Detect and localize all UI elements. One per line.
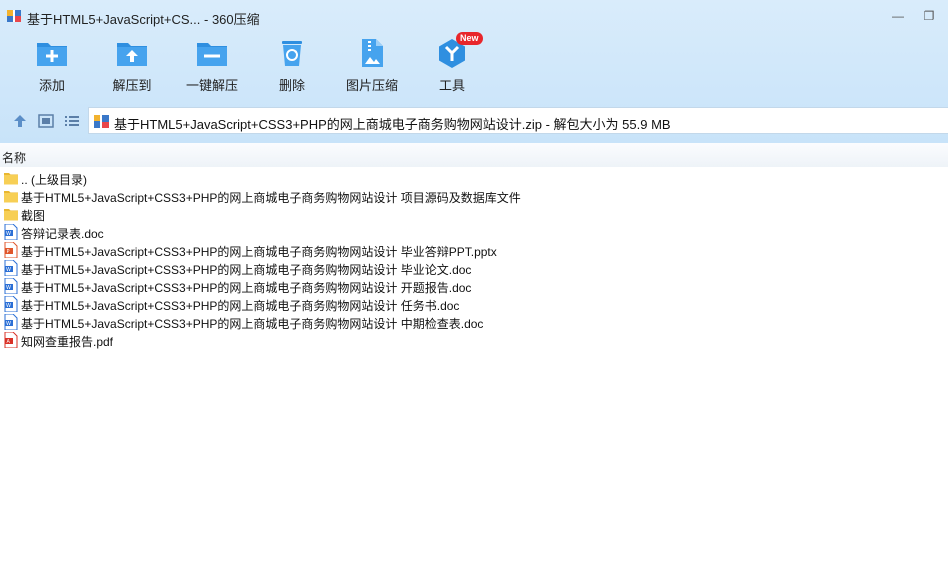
file-row[interactable]: W 基于HTML5+JavaScript+CSS3+PHP的网上商城电子商务购物网…: [0, 295, 948, 313]
image-compress-label: 图片压缩: [345, 78, 398, 93]
word-doc-icon: W: [4, 295, 18, 313]
file-row[interactable]: A 知网查重报告.pdf: [0, 331, 948, 349]
pdf-icon: A: [4, 331, 18, 349]
folder-icon: [4, 170, 18, 186]
delete-icon: [282, 41, 302, 66]
app-archive-icon: [7, 10, 21, 22]
thumbnail-view-icon[interactable]: [37, 112, 55, 130]
word-doc-icon: W: [4, 223, 18, 241]
image-compress-button[interactable]: 图片压缩: [337, 38, 407, 98]
maximize-button[interactable]: ❐: [918, 6, 940, 26]
file-row[interactable]: W 基于HTML5+JavaScript+CSS3+PHP的网上商城电子商务购物网…: [0, 277, 948, 295]
word-doc-icon: W: [4, 277, 18, 295]
file-row[interactable]: .. (上级目录): [0, 169, 948, 187]
top-panel: 基于HTML5+JavaScript+CS... - 360压缩 — ❐ 添加 …: [0, 0, 948, 143]
file-row[interactable]: 基于HTML5+JavaScript+CSS3+PHP的网上商城电子商务购物网站…: [0, 187, 948, 205]
extract-to-icon: [117, 43, 147, 66]
file-name: 知网查重报告.pdf: [21, 335, 114, 349]
tools-button[interactable]: New 工具: [417, 32, 487, 98]
svg-text:W: W: [6, 285, 11, 291]
svg-text:A: A: [7, 339, 11, 345]
file-name: 基于HTML5+JavaScript+CSS3+PHP的网上商城电子商务购物网站…: [21, 317, 484, 331]
file-list: .. (上级目录) 基于HTML5+JavaScript+CSS3+PHP的网上商…: [0, 169, 948, 349]
file-name: .. (上级目录): [21, 173, 87, 187]
svg-text:P: P: [7, 249, 10, 255]
delete-label: 删除: [278, 78, 305, 93]
add-button[interactable]: 添加: [17, 38, 87, 98]
svg-text:W: W: [6, 303, 11, 309]
extract-to-button[interactable]: 解压到: [97, 38, 167, 98]
address-bar[interactable]: 基于HTML5+JavaScript+CSS3+PHP的网上商城电子商务购物网站…: [88, 107, 948, 134]
file-row[interactable]: W 答辩记录表.doc: [0, 223, 948, 241]
file-row[interactable]: 截图: [0, 205, 948, 223]
file-name: 基于HTML5+JavaScript+CSS3+PHP的网上商城电子商务购物网站…: [21, 281, 472, 295]
delete-button[interactable]: 删除: [257, 38, 327, 98]
powerpoint-icon: P: [4, 241, 18, 259]
address-path: 基于HTML5+JavaScript+CSS3+PHP的网上商城电子商务购物网站…: [114, 117, 671, 132]
file-name: 基于HTML5+JavaScript+CSS3+PHP的网上商城电子商务购物网站…: [21, 191, 521, 205]
svg-text:W: W: [6, 231, 11, 237]
minimize-button[interactable]: —: [887, 6, 909, 26]
up-arrow-icon[interactable]: [11, 112, 29, 130]
title-bar: 基于HTML5+JavaScript+CS... - 360压缩 — ❐: [0, 0, 948, 32]
list-view-icon[interactable]: [63, 112, 81, 130]
word-doc-icon: W: [4, 313, 18, 331]
file-name: 基于HTML5+JavaScript+CSS3+PHP的网上商城电子商务购物网站…: [21, 263, 472, 277]
folder-icon: [4, 188, 18, 204]
svg-text:W: W: [6, 267, 11, 273]
new-badge: New: [456, 32, 483, 45]
zip-archive-icon: [94, 115, 109, 128]
file-row[interactable]: W 基于HTML5+JavaScript+CSS3+PHP的网上商城电子商务购物网…: [0, 313, 948, 331]
add-icon: [37, 43, 67, 66]
toolbar: 添加 解压到 一键解压 删除 图片压缩 New 工具: [0, 32, 948, 98]
column-header-name[interactable]: 名称: [0, 143, 948, 167]
file-name: 答辩记录表.doc: [21, 227, 104, 241]
tools-label: 工具: [438, 78, 465, 93]
file-name: 基于HTML5+JavaScript+CSS3+PHP的网上商城电子商务购物网站…: [21, 299, 460, 313]
one-click-extract-icon: [197, 43, 227, 66]
svg-text:W: W: [6, 321, 11, 327]
navigation-bar: 基于HTML5+JavaScript+CSS3+PHP的网上商城电子商务购物网站…: [0, 106, 948, 136]
file-name: 基于HTML5+JavaScript+CSS3+PHP的网上商城电子商务购物网站…: [21, 245, 497, 259]
file-row[interactable]: W 基于HTML5+JavaScript+CSS3+PHP的网上商城电子商务购物网…: [0, 259, 948, 277]
file-row[interactable]: P 基于HTML5+JavaScript+CSS3+PHP的网上商城电子商务购物网…: [0, 241, 948, 259]
window-title: 基于HTML5+JavaScript+CS... - 360压缩: [27, 12, 260, 27]
folder-icon: [4, 206, 18, 222]
add-label: 添加: [38, 78, 65, 93]
one-click-extract-label: 一键解压: [185, 78, 238, 93]
image-compress-icon: [362, 39, 383, 67]
one-click-extract-button[interactable]: 一键解压: [177, 38, 247, 98]
word-doc-icon: W: [4, 259, 18, 277]
extract-to-label: 解压到: [112, 78, 152, 93]
column-header-label: 名称: [2, 151, 27, 165]
file-name: 截图: [21, 209, 46, 223]
